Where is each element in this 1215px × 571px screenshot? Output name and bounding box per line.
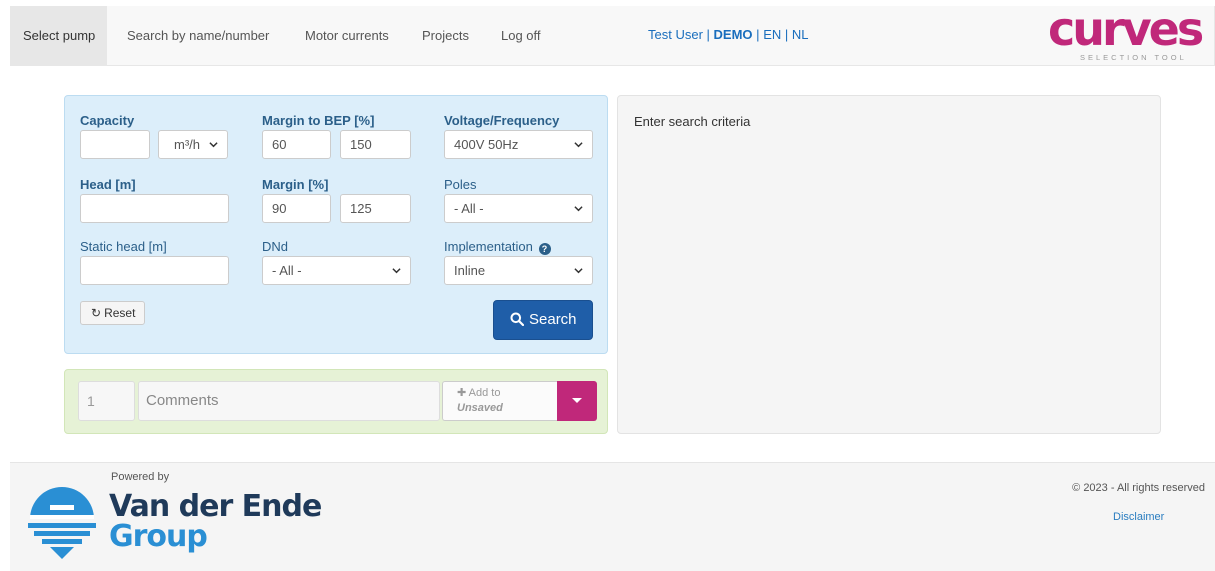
quantity-input[interactable]: 1: [78, 381, 135, 421]
margin-bep-label: Margin to BEP [%]: [262, 113, 375, 128]
copyright-text: © 2023 - All rights reserved: [1072, 482, 1205, 494]
user-info: Test User | DEMO | EN | NL: [648, 27, 809, 42]
nav-select-pump[interactable]: Select pump: [11, 6, 108, 66]
disclaimer-link[interactable]: Disclaimer: [1113, 511, 1164, 523]
project-target: Unsaved: [457, 402, 503, 414]
comments-input[interactable]: Comments: [138, 381, 440, 421]
mode-badge: DEMO: [713, 27, 753, 42]
project-panel: 1 Comments ✚ Add to Unsaved: [64, 369, 608, 434]
chevron-down-icon: [574, 142, 583, 148]
search-button[interactable]: Search: [493, 300, 593, 340]
dnd-select[interactable]: - All -: [262, 256, 411, 285]
van-der-ende-emblem-icon: [28, 487, 96, 559]
margin-max-input[interactable]: 125: [340, 194, 411, 223]
logo-subtitle: SELECTION TOOL: [1080, 53, 1187, 62]
chevron-down-icon: [392, 268, 401, 274]
margin-label: Margin [%]: [262, 177, 329, 192]
chevron-down-icon: [574, 206, 583, 212]
footer: Powered by Van der Ende Group © 2023 - A…: [10, 462, 1215, 571]
top-navbar: Select pump Search by name/number Motor …: [10, 2, 1215, 66]
capacity-label: Capacity: [80, 113, 135, 128]
question-circle-icon[interactable]: ?: [538, 243, 551, 255]
search-panel: Capacity m³/h Margin to BEP [%] 60 150 V…: [64, 95, 608, 354]
refresh-icon: ↻: [91, 306, 102, 320]
user-name[interactable]: Test User: [648, 27, 703, 42]
company-group: Group: [109, 519, 208, 554]
implementation-label: Implementation ?: [444, 239, 551, 255]
van-der-ende-logo[interactable]: Van der Ende Group: [22, 485, 322, 565]
caret-down-icon: [572, 398, 582, 403]
nav-search-by-name[interactable]: Search by name/number: [127, 6, 269, 66]
add-to-project-button[interactable]: ✚ Add to Unsaved: [442, 381, 558, 421]
implementation-select[interactable]: Inline: [444, 256, 593, 285]
project-dropdown-button[interactable]: [557, 381, 597, 421]
margin-bep-max-input[interactable]: 150: [340, 130, 411, 159]
logo-text: curves: [1048, 2, 1204, 56]
static-head-label: Static head [m]: [80, 239, 167, 254]
capacity-unit-select[interactable]: m³/h: [158, 130, 228, 159]
margin-bep-min-input[interactable]: 60: [262, 130, 331, 159]
margin-min-input[interactable]: 90: [262, 194, 331, 223]
chevron-down-icon: [209, 142, 218, 148]
plus-icon: ✚: [457, 387, 467, 399]
head-label: Head [m]: [80, 177, 136, 192]
static-head-input[interactable]: [80, 256, 229, 285]
voltage-label: Voltage/Frequency: [444, 113, 560, 128]
nav-log-off[interactable]: Log off: [501, 6, 541, 66]
results-panel: Enter search criteria: [617, 95, 1161, 434]
nav-motor-currents[interactable]: Motor currents: [305, 6, 389, 66]
reset-button[interactable]: ↻ Reset: [80, 301, 145, 325]
voltage-select[interactable]: 400V 50Hz: [444, 130, 593, 159]
chevron-down-icon: [574, 268, 583, 274]
curves-logo[interactable]: curves SELECTION TOOL: [1034, 2, 1204, 66]
lang-en-link[interactable]: EN: [763, 27, 781, 42]
lang-nl-link[interactable]: NL: [792, 27, 809, 42]
results-message: Enter search criteria: [634, 114, 751, 129]
nav-projects[interactable]: Projects: [422, 6, 469, 66]
poles-select[interactable]: - All -: [444, 194, 593, 223]
search-icon: [510, 312, 525, 327]
head-input[interactable]: [80, 194, 229, 223]
capacity-input[interactable]: [80, 130, 150, 159]
powered-by-label: Powered by: [111, 471, 170, 483]
dnd-label: DNd: [262, 239, 289, 254]
poles-label: Poles: [444, 177, 477, 192]
